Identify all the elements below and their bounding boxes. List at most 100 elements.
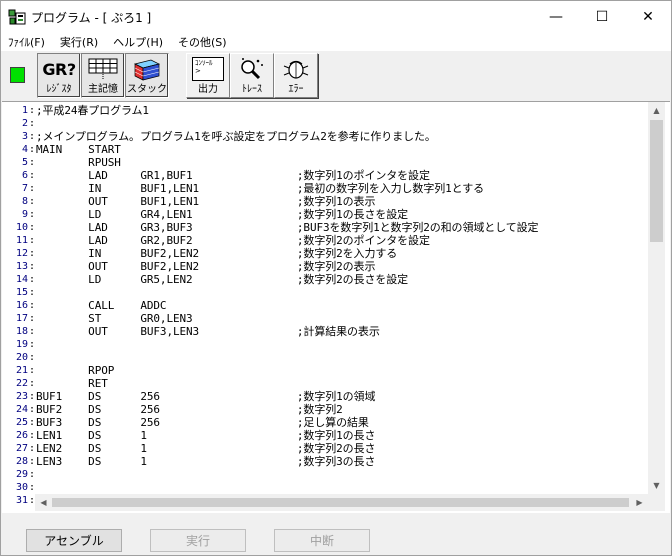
code-line[interactable]: 21: RPOP [2,364,538,377]
vertical-scrollbar[interactable]: ▲ ▼ [648,102,665,494]
line-separator: : [28,365,36,376]
stop-button[interactable]: 中断 [274,529,370,552]
code-line[interactable]: 19: [2,338,538,351]
line-number: 5 [21,157,28,168]
close-button[interactable]: ✕ [625,1,671,32]
line-number: 26 [15,430,28,441]
code-line[interactable]: 8: OUT BUF1,LEN1 ;数字列1の表示 [2,195,538,208]
line-code: RPUSH [36,156,121,169]
code-line[interactable]: 12: IN BUF2,LEN2 ;数字列2を入力する [2,247,538,260]
code-line[interactable]: 1: ;平成24春プログラム1 [2,104,538,117]
line-number: 18 [15,326,28,337]
code-line[interactable]: 5: RPUSH [2,156,538,169]
line-code: MAIN START [36,143,121,156]
line-separator: : [28,391,36,402]
scroll-right-arrow-icon[interactable]: ▶ [631,494,648,511]
line-number: 17 [15,313,28,324]
error-button[interactable]: ｴﾗｰ [274,53,318,98]
line-number: 13 [15,261,28,272]
code-line[interactable]: 2: [2,117,538,130]
code-line[interactable]: 30: [2,481,538,494]
code-line[interactable]: 17: ST GR0,LEN3 [2,312,538,325]
line-separator: : [28,469,36,480]
line-number: 31 [15,495,28,506]
code-line[interactable]: 23: BUF1 DS 256 ;数字列1の領域 [2,390,538,403]
stack-button[interactable]: スタック [125,53,169,98]
code-line[interactable]: 4: MAIN START [2,143,538,156]
line-separator: : [28,196,36,207]
stack-label: スタック [127,84,167,95]
trace-label: ﾄﾚｰｽ [242,84,262,95]
vertical-scroll-thumb[interactable] [650,120,663,242]
horizontal-scroll-thumb[interactable] [52,498,629,507]
line-code: RPOP [36,364,115,377]
line-separator: : [28,443,36,454]
maximize-button[interactable]: ☐ [579,1,625,32]
line-number: 30 [15,482,28,493]
code-line[interactable]: 22: RET [2,377,538,390]
assemble-button[interactable]: アセンブル [26,529,122,552]
menu-file[interactable]: ﾌｧｲﾙ(F) [1,34,53,50]
source-editor[interactable]: 1: ;平成24春プログラム1 2:3: ;メインプログラム。プログラム1を呼ぶ設定を… [2,101,670,513]
line-number: 10 [15,222,28,233]
code-line[interactable]: 7: IN BUF1,LEN1 ;最初の数字列を入力し数字列1とする [2,182,538,195]
line-code: IN BUF2,LEN2 ;数字列2を入力する [36,247,398,260]
minimize-button[interactable]: — [533,1,579,32]
line-separator: : [28,456,36,467]
code-line[interactable]: 29: [2,468,538,481]
scrollbar-corner [648,494,665,511]
line-separator: : [28,430,36,441]
title-bar: プログラム - [ ぷろ1 ] — ☐ ✕ [1,1,671,32]
error-label: ｴﾗｰ [288,84,304,95]
line-separator: : [28,222,36,233]
line-number: 22 [15,378,28,389]
code-line[interactable]: 9: LD GR4,LEN1 ;数字列1の長さを設定 [2,208,538,221]
trace-button[interactable]: ﾄﾚｰｽ [230,53,274,98]
app-icon [8,9,26,25]
menu-other[interactable]: その他(S) [171,34,235,50]
menu-help[interactable]: ヘルプ(H) [106,34,171,50]
line-number: 6 [21,170,28,181]
menu-run[interactable]: 実行(R) [53,34,106,50]
line-code: BUF3 DS 256 ;足し算の結果 [36,416,369,429]
line-code: LAD GR3,BUF3 ;BUF3を数字列1と数字列2の和の領域として設定 [36,221,539,234]
line-number: 20 [15,352,28,363]
line-number: 12 [15,248,28,259]
scroll-up-arrow-icon[interactable]: ▲ [648,102,665,119]
code-line[interactable]: 11: LAD GR2,BUF2 ;数字列2のポインタを設定 [2,234,538,247]
line-number: 9 [21,209,28,220]
code-line[interactable]: 27: LEN2 DS 1 ;数字列2の長さ [2,442,538,455]
code-line[interactable]: 6: LAD GR1,BUF1 ;数字列1のポインタを設定 [2,169,538,182]
code-line[interactable]: 24: BUF2 DS 256 ;数字列2 [2,403,538,416]
code-line[interactable]: 16: CALL ADDC [2,299,538,312]
code-line[interactable]: 3: ;メインプログラム。プログラム1を呼ぶ設定をプログラム2を参考に作りました。 [2,130,538,143]
scroll-left-arrow-icon[interactable]: ◀ [35,494,52,511]
line-number: 16 [15,300,28,311]
line-code: LAD GR2,BUF2 ;数字列2のポインタを設定 [36,234,430,247]
line-separator: : [28,183,36,194]
line-separator: : [28,235,36,246]
code-line[interactable]: 28: LEN3 DS 1 ;数字列3の長さ [2,455,538,468]
register-button[interactable]: GR? ﾚｼﾞｽﾀ [37,53,81,98]
memory-grid-icon [88,58,118,79]
code-line[interactable]: 25: BUF3 DS 256 ;足し算の結果 [2,416,538,429]
code-line[interactable]: 10: LAD GR3,BUF3 ;BUF3を数字列1と数字列2の和の領域として… [2,221,539,234]
line-separator: : [28,105,36,116]
scroll-down-arrow-icon[interactable]: ▼ [648,477,665,494]
horizontal-scrollbar[interactable]: ◀ ▶ [35,494,648,511]
code-line[interactable]: 14: LD GR5,LEN2 ;数字列2の長さを設定 [2,273,538,286]
line-separator: : [28,378,36,389]
line-code: IN BUF1,LEN1 ;最初の数字列を入力し数字列1とする [36,182,485,195]
run-button[interactable]: 実行 [150,529,246,552]
output-button[interactable]: ｺﾝｿｰﾙ > 出力 [186,53,230,98]
line-number: 21 [15,365,28,376]
program-window: プログラム - [ ぷろ1 ] — ☐ ✕ ﾌｧｲﾙ(F) 実行(R) ヘルプ(… [0,0,672,556]
code-line[interactable]: 18: OUT BUF3,LEN3 ;計算結果の表示 [2,325,538,338]
line-code: BUF2 DS 256 ;数字列2 [36,403,343,416]
code-line[interactable]: 13: OUT BUF2,LEN2 ;数字列2の表示 [2,260,538,273]
line-separator: : [28,352,36,363]
code-line[interactable]: 20: [2,351,538,364]
code-line[interactable]: 15: [2,286,538,299]
memory-button[interactable]: 主記憶 [81,53,125,98]
code-line[interactable]: 26: LEN1 DS 1 ;数字列1の長さ [2,429,538,442]
